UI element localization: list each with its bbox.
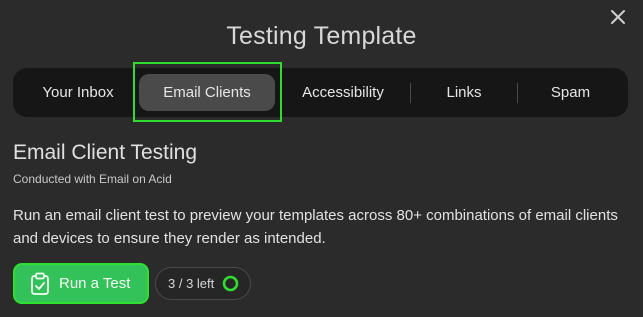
clipboard-check-icon bbox=[31, 272, 49, 295]
tab-divider bbox=[517, 83, 518, 103]
test-quota-badge: 3 / 3 left bbox=[155, 267, 251, 300]
tab-your-inbox[interactable]: Your Inbox bbox=[13, 68, 143, 117]
section-heading: Email Client Testing bbox=[13, 141, 198, 164]
progress-ring-icon bbox=[222, 275, 239, 292]
quota-ring-fill bbox=[222, 275, 239, 292]
tab-email-clients[interactable]: Email Clients bbox=[139, 74, 275, 111]
tab-divider bbox=[410, 83, 411, 103]
testing-template-modal: Testing Template Your Inbox Email Client… bbox=[0, 0, 643, 317]
tab-accessibility[interactable]: Accessibility bbox=[279, 68, 407, 117]
tab-spam[interactable]: Spam bbox=[519, 68, 622, 117]
modal-title: Testing Template bbox=[226, 22, 417, 50]
tab-links[interactable]: Links bbox=[413, 68, 515, 117]
section-subheading: Conducted with Email on Acid bbox=[13, 172, 172, 186]
tab-bar: Your Inbox Email Clients Accessibility L… bbox=[13, 68, 628, 117]
quota-text: 3 / 3 left bbox=[168, 276, 215, 291]
run-test-label: Run a Test bbox=[59, 275, 131, 292]
section-description: Run an email client test to preview your… bbox=[13, 207, 618, 247]
run-test-button[interactable]: Run a Test bbox=[13, 263, 149, 304]
